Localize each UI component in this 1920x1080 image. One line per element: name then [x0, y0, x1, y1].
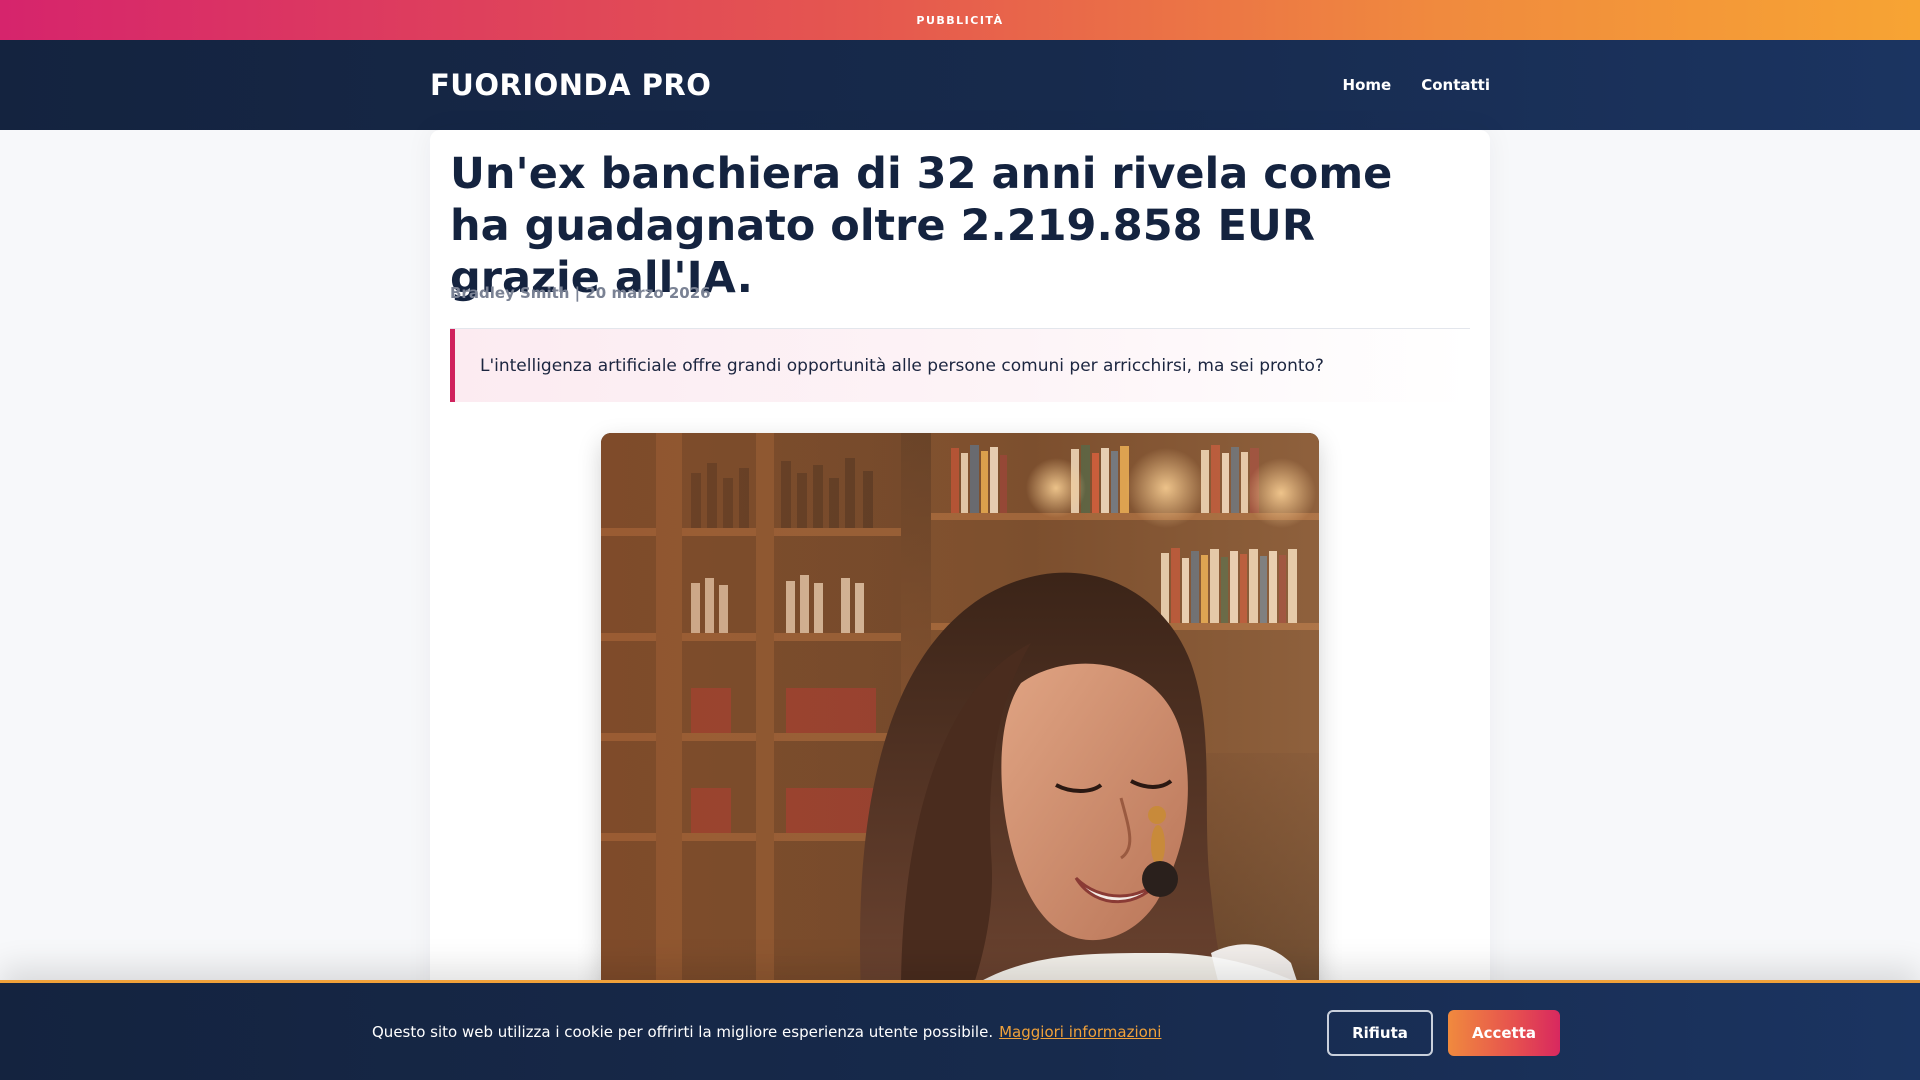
reject-cookies-button[interactable]: Rifiuta: [1327, 1010, 1433, 1056]
photo-woman-smiling-in-bar: [601, 433, 1319, 993]
cookie-message: Questo sito web utilizza i cookie per of…: [372, 983, 1161, 1080]
site-logo[interactable]: FUORIONDA PRO: [430, 40, 711, 130]
site-header: FUORIONDA PRO Home Contatti: [0, 40, 1920, 130]
article-meta: Bradley Smith | 20 marzo 2026: [450, 284, 711, 302]
nav-home-link[interactable]: Home: [1343, 76, 1392, 94]
main-nav: Home Contatti: [1343, 40, 1490, 130]
article-headline: Un'ex banchiera di 32 anni rivela come h…: [450, 149, 1393, 303]
accept-cookies-button[interactable]: Accetta: [1448, 1010, 1560, 1056]
lede-text: L'intelligenza artificiale offre grandi …: [480, 355, 1324, 376]
hero-image: [601, 433, 1319, 993]
ad-banner-label: PUBBLICITÀ: [916, 13, 1004, 27]
cookie-more-info-link[interactable]: Maggiori informazioni: [999, 1023, 1161, 1041]
cookie-consent-bar: Questo sito web utilizza i cookie per of…: [0, 980, 1920, 1080]
article-card: Un'ex banchiera di 32 anni rivela come h…: [430, 130, 1490, 1080]
ad-banner: PUBBLICITÀ: [0, 0, 1920, 40]
article-lede: L'intelligenza artificiale offre grandi …: [450, 329, 1470, 402]
cookie-text: Questo sito web utilizza i cookie per of…: [372, 1022, 994, 1041]
nav-contacts-link[interactable]: Contatti: [1421, 76, 1490, 94]
